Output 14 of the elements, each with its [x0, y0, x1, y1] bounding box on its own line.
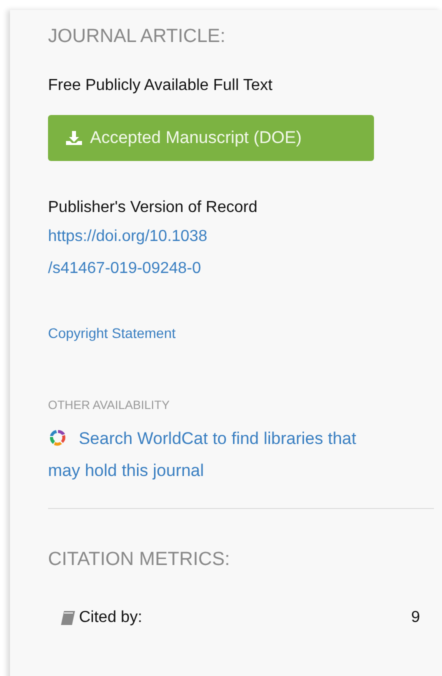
full-text-label: Free Publicly Available Full Text: [48, 76, 274, 96]
worldcat-logo-icon: [48, 428, 68, 448]
download-icon: [66, 131, 82, 145]
metric-label: Cited by:: [79, 609, 144, 627]
section-heading: OTHER AVAILABILITY: [48, 397, 171, 413]
doi-link[interactable]: https://doi.org/10.1038 /s41467-019-09248-0: [48, 221, 434, 285]
publisher-label: Publisher's Version of Record: [48, 198, 258, 218]
book-icon: [60, 610, 76, 626]
section-heading: CITATION METRICS:: [48, 548, 231, 572]
worldcat-link[interactable]: Search WorldCat to find libraries that may hold this journal: [48, 423, 434, 487]
metric-value: 9: [411, 609, 420, 627]
section-heading: JOURNAL ARTICLE:: [48, 25, 226, 49]
download-button[interactable]: Accepted Manuscript (DOE): [48, 115, 374, 161]
copyright-link[interactable]: Copyright Statement: [48, 323, 434, 343]
